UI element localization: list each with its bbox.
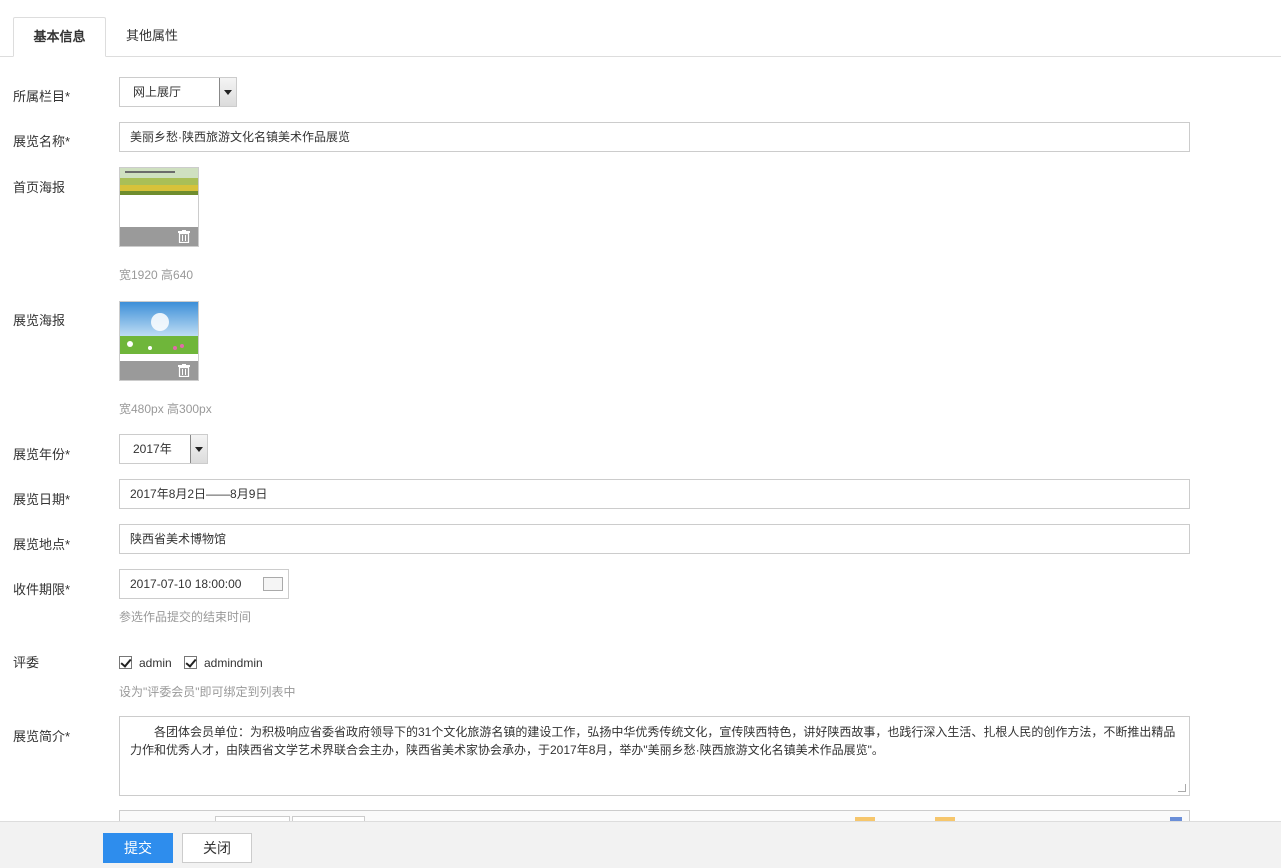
calendar-icon[interactable]	[263, 577, 283, 591]
deadline-datetime-input[interactable]: 2017-07-10 18:00:00	[119, 569, 289, 599]
name-input[interactable]: 美丽乡愁·陕西旅游文化名镇美术作品展览	[119, 122, 1190, 152]
exhibit-poster-hint: 宽480px 高300px	[119, 402, 212, 416]
name-label: 展览名称*	[13, 134, 71, 149]
deadline-hint: 参选作品提交的结束时间	[119, 610, 252, 624]
tab-bar: 基本信息 其他属性	[0, 0, 1281, 57]
home-poster-label: 首页海报	[13, 180, 66, 195]
home-poster-hint: 宽1920 高640	[119, 268, 194, 282]
home-poster-thumbnail[interactable]	[119, 167, 199, 247]
trash-icon[interactable]	[178, 230, 190, 243]
submit-button[interactable]: 提交	[103, 833, 173, 863]
year-select[interactable]: 2017年	[119, 434, 208, 464]
trash-icon[interactable]	[178, 364, 190, 377]
deadline-value: 2017-07-10 18:00:00	[130, 577, 242, 591]
chevron-down-icon[interactable]	[219, 78, 236, 106]
form-footer: 提交 关闭	[0, 821, 1281, 868]
dates-input[interactable]: 2017年8月2日——8月9日	[119, 479, 1190, 509]
year-label: 展览年份*	[13, 447, 71, 462]
intro-textarea[interactable]: 各团体会员单位：为积极响应省委省政府领导下的31个文化旅游名镇的建设工作，弘扬中…	[119, 716, 1190, 796]
chevron-down-icon[interactable]	[190, 435, 207, 463]
category-select[interactable]: 网上展厅	[119, 77, 237, 107]
deadline-label: 收件期限*	[13, 582, 71, 597]
location-input[interactable]: 陕西省美术博物馆	[119, 524, 1190, 554]
exhibit-poster-image	[120, 302, 198, 362]
judges-label: 评委	[13, 655, 40, 670]
intro-label: 展览简介*	[13, 729, 71, 744]
tab-basic-info[interactable]: 基本信息	[13, 17, 106, 57]
judge-checkbox-admindmin[interactable]	[184, 656, 197, 669]
category-label: 所属栏目*	[13, 89, 71, 104]
judge-option-label: admin	[139, 656, 172, 670]
year-select-value: 2017年	[133, 442, 172, 456]
location-label: 展览地点*	[13, 537, 71, 552]
judges-hint: 设为"评委会员"即可绑定到列表中	[119, 685, 296, 699]
close-button[interactable]: 关闭	[182, 833, 252, 863]
home-poster-image	[120, 168, 198, 228]
judge-checkbox-admin[interactable]	[119, 656, 132, 669]
dates-label: 展览日期*	[13, 492, 71, 507]
intro-text: 各团体会员单位：为积极响应省委省政府领导下的31个文化旅游名镇的建设工作，弘扬中…	[130, 725, 1176, 757]
category-select-value: 网上展厅	[133, 85, 182, 99]
resize-handle-icon[interactable]	[1178, 784, 1186, 792]
exhibit-poster-thumbnail[interactable]	[119, 301, 199, 381]
judge-option-label: admindmin	[204, 656, 263, 670]
tab-other-attributes[interactable]: 其他属性	[106, 17, 198, 57]
exhibit-poster-label: 展览海报	[13, 313, 66, 328]
